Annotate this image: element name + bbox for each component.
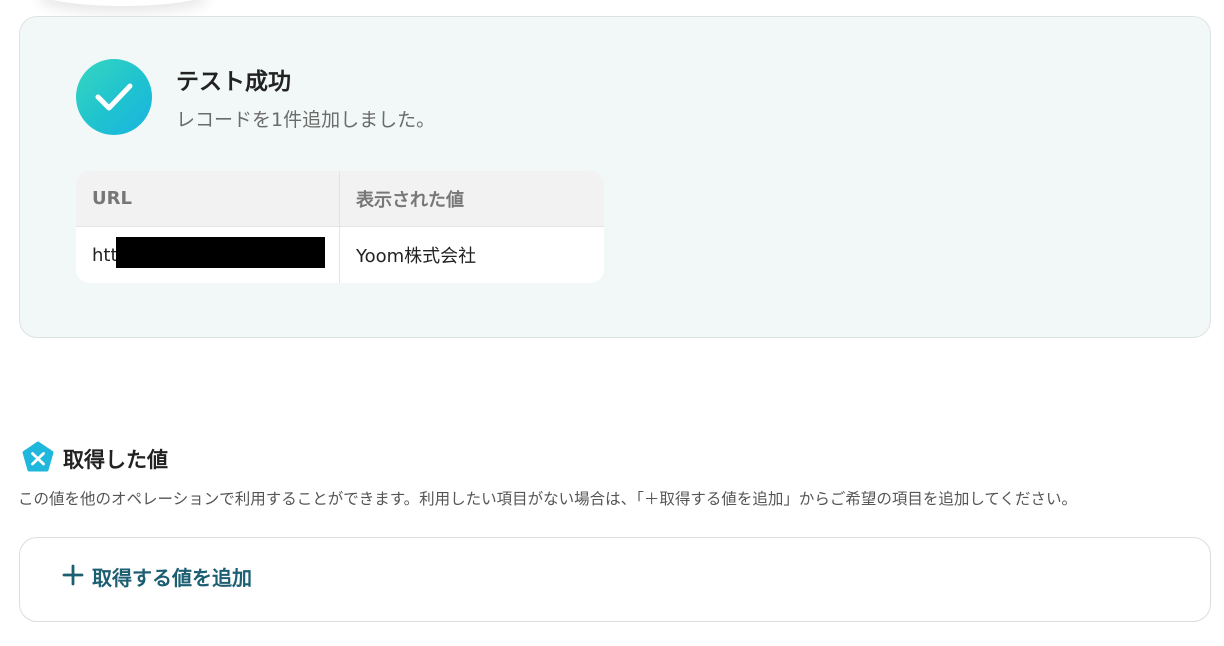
result-title: テスト成功 (176, 69, 291, 95)
captured-values-description: この値を他のオペレーションで利用することができます。利用したい項目がない場合は、… (18, 490, 1077, 508)
add-value-button[interactable]: 取得する値を追加 (62, 562, 252, 591)
add-value-label: 取得する値を追加 (92, 566, 252, 590)
check-icon (76, 59, 152, 135)
table-cell-value: Yoom株式会社 (340, 227, 604, 283)
table-row: htt Yoom株式会社 (76, 227, 604, 283)
table-header-value: 表示された値 (340, 171, 604, 226)
test-result-card: テスト成功 レコードを1件追加しました。 URL 表示された値 htt Yoom… (19, 16, 1211, 338)
previous-panel-shadow (38, 0, 208, 6)
captured-values-header: 取得した値 (21, 441, 168, 477)
yoom-pentagon-icon (21, 441, 55, 477)
table-header-row: URL 表示された値 (76, 171, 604, 227)
table-header-value-label: 表示された値 (356, 189, 464, 211)
result-table: URL 表示された値 htt Yoom株式会社 (76, 171, 604, 283)
displayed-value: Yoom株式会社 (356, 246, 477, 267)
redaction-block (116, 237, 325, 268)
captured-values-title: 取得した値 (63, 448, 168, 472)
table-header-url: URL (76, 171, 340, 226)
url-value: htt (92, 244, 118, 266)
add-value-card: 取得する値を追加 (19, 537, 1211, 622)
result-subtitle: レコードを1件追加しました。 (176, 109, 436, 131)
plus-icon (62, 564, 84, 590)
table-header-url-label: URL (92, 188, 132, 209)
table-cell-url: htt (76, 227, 340, 283)
